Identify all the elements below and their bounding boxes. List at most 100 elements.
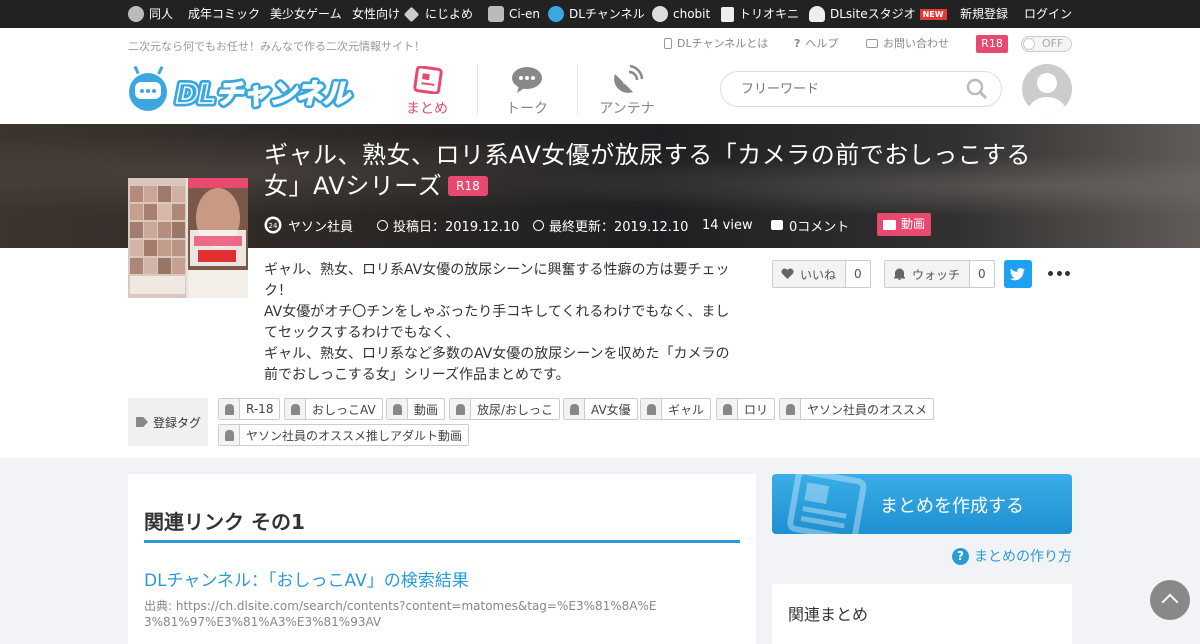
- chobit-icon: [652, 6, 668, 22]
- nav-link-triokini[interactable]: トリオキニ: [721, 0, 799, 28]
- about-link[interactable]: DLチャンネルとは: [664, 35, 768, 51]
- nav-link-cien[interactable]: Ci-en: [488, 0, 540, 28]
- tag-item[interactable]: 動画: [386, 398, 446, 420]
- search-icon[interactable]: [966, 78, 988, 100]
- user-avatar[interactable]: [1022, 64, 1072, 114]
- author-link[interactable]: 24 ヤソン社員: [264, 216, 353, 235]
- like-count: 0: [846, 261, 870, 287]
- tag-item[interactable]: ヤソン社員のオススメ: [779, 398, 935, 420]
- nav-link-chobit[interactable]: chobit: [652, 0, 710, 28]
- search-input[interactable]: [720, 71, 1002, 107]
- nav-link-dlchannel[interactable]: DLチャンネル: [548, 0, 645, 28]
- twitter-icon: [1010, 268, 1025, 281]
- folder-icon: [883, 219, 896, 230]
- r18-label: R18: [976, 35, 1008, 53]
- related-links-heading: 関連リンク その1: [144, 510, 305, 534]
- register-link[interactable]: 新規登録: [960, 0, 1008, 28]
- article-description: ギャル、熟女、ロリ系AV女優の放尿シーンに興奮する性癖の方は要チェック！ AV女…: [264, 262, 730, 383]
- tag-item[interactable]: AV女優: [563, 398, 638, 420]
- watch-button[interactable]: ウォッチ 0: [884, 260, 995, 288]
- tag-item[interactable]: ギャル: [640, 398, 712, 420]
- bell-icon[interactable]: [387, 399, 408, 419]
- dlchannel-logo[interactable]: DLチャンネル DLチャンネル: [128, 66, 358, 112]
- site-tagline: 二次元なら何でもお任せ！みんなで作る二次元情報サイト！: [128, 40, 425, 53]
- dlsite-logo-icon: [128, 6, 144, 22]
- satellite-dish-icon: [614, 64, 643, 93]
- posted-date: 投稿日：2019.12.10: [377, 216, 519, 235]
- user-icon: [1028, 73, 1066, 114]
- newspaper-icon: [787, 474, 867, 534]
- bell-icon[interactable]: [780, 399, 801, 419]
- studio-icon: [809, 6, 825, 22]
- r18-badge: R18: [448, 176, 488, 196]
- nav-link-comics[interactable]: 成年コミック: [188, 0, 260, 28]
- toggle-knob: [1023, 38, 1035, 50]
- bell-icon[interactable]: [564, 399, 585, 419]
- howto-link[interactable]: ? まとめの作り方: [952, 546, 1072, 566]
- contact-link[interactable]: お問い合わせ: [866, 35, 949, 51]
- bell-icon: [894, 268, 905, 280]
- tag-item[interactable]: ロリ: [716, 398, 776, 420]
- dlchannel-icon: [548, 6, 564, 22]
- tag-item[interactable]: R-18: [218, 398, 281, 420]
- tag-item[interactable]: ヤソン社員のオススメ推しアダルト動画: [218, 424, 470, 446]
- heading-underline: [144, 540, 740, 543]
- logo-mascot-icon: [129, 66, 167, 111]
- article-thumbnail[interactable]: [128, 178, 248, 298]
- newspaper-icon: [413, 66, 443, 94]
- watch-count: 0: [970, 261, 994, 287]
- create-matome-button[interactable]: まとめを作成する: [772, 474, 1072, 534]
- tab-talk[interactable]: トーク: [477, 62, 577, 118]
- view-count: 14 view: [702, 217, 753, 233]
- nav-link-doujin[interactable]: 同人: [128, 0, 173, 28]
- speech-bubble-icon: [512, 67, 542, 93]
- more-options-button[interactable]: [1048, 266, 1070, 280]
- bell-icon[interactable]: [219, 399, 240, 419]
- bell-icon[interactable]: [219, 425, 240, 445]
- bell-icon[interactable]: [641, 399, 662, 419]
- updated-date: 最終更新：2019.12.10: [533, 216, 688, 235]
- bell-icon[interactable]: [717, 399, 738, 419]
- new-badge: NEW: [919, 8, 947, 20]
- nijiyome-icon: [403, 6, 420, 22]
- login-link[interactable]: ログイン: [1024, 0, 1072, 28]
- tag-icon: [136, 417, 148, 427]
- help-icon: ?: [794, 36, 801, 50]
- global-nav-bar: 同人 成年コミック 美少女ゲーム 女性向け にじよめ Ci-en DLチャンネル…: [0, 0, 1200, 28]
- svg-text:24: 24: [269, 222, 278, 230]
- comment-icon: [771, 220, 783, 230]
- twitter-share-button[interactable]: [1004, 260, 1032, 288]
- bell-icon[interactable]: [450, 399, 471, 419]
- svg-text:DLチャンネル: DLチャンネル: [176, 79, 352, 110]
- site-header: 二次元なら何でもお任せ！みんなで作る二次元情報サイト！ DLチャンネルとは ? ヘ…: [0, 28, 1200, 124]
- tab-matome[interactable]: まとめ: [377, 62, 477, 118]
- cien-icon: [488, 6, 504, 22]
- dvd-cover-image: [128, 178, 248, 298]
- article-title: ギャル、熟女、ロリ系AV女優が放尿する「カメラの前でおしっこする女」AVシリーズ…: [264, 141, 1031, 200]
- author-avatar-icon: 24: [264, 216, 282, 234]
- r18-toggle[interactable]: OFF: [1021, 36, 1072, 52]
- clock-icon: [377, 219, 388, 231]
- related-matome-heading: 関連まとめ: [788, 605, 869, 624]
- bell-icon[interactable]: [285, 399, 306, 419]
- nav-link-girls[interactable]: 女性向け: [352, 0, 400, 28]
- nav-link-nijiyome[interactable]: にじよめ: [403, 0, 473, 28]
- heart-icon: [781, 268, 794, 279]
- scroll-to-top-button[interactable]: [1150, 580, 1190, 620]
- like-button[interactable]: いいね 0: [772, 260, 871, 288]
- tag-item[interactable]: 放尿/おしっこ: [449, 398, 561, 420]
- book-icon: [664, 37, 672, 49]
- comment-link[interactable]: 0コメント: [771, 216, 849, 235]
- help-link[interactable]: ? ヘルプ: [794, 35, 838, 51]
- clock-icon: [533, 219, 544, 231]
- related-link[interactable]: DLチャンネル：「おしっこAV」の検索結果: [144, 566, 469, 591]
- tags-label: 登録タグ: [128, 398, 208, 446]
- tag-item[interactable]: おしっこAV: [284, 398, 383, 420]
- link-source: 出典: https://ch.dlsite.com/search/content…: [144, 599, 657, 629]
- triokini-icon: [721, 6, 734, 22]
- nav-link-studio[interactable]: DLsiteスタジオ NEW: [809, 0, 947, 28]
- tab-antenna[interactable]: アンテナ: [577, 62, 677, 118]
- nav-link-games[interactable]: 美少女ゲーム: [270, 0, 342, 28]
- category-badge[interactable]: 動画: [877, 213, 932, 236]
- mail-icon: [866, 38, 878, 48]
